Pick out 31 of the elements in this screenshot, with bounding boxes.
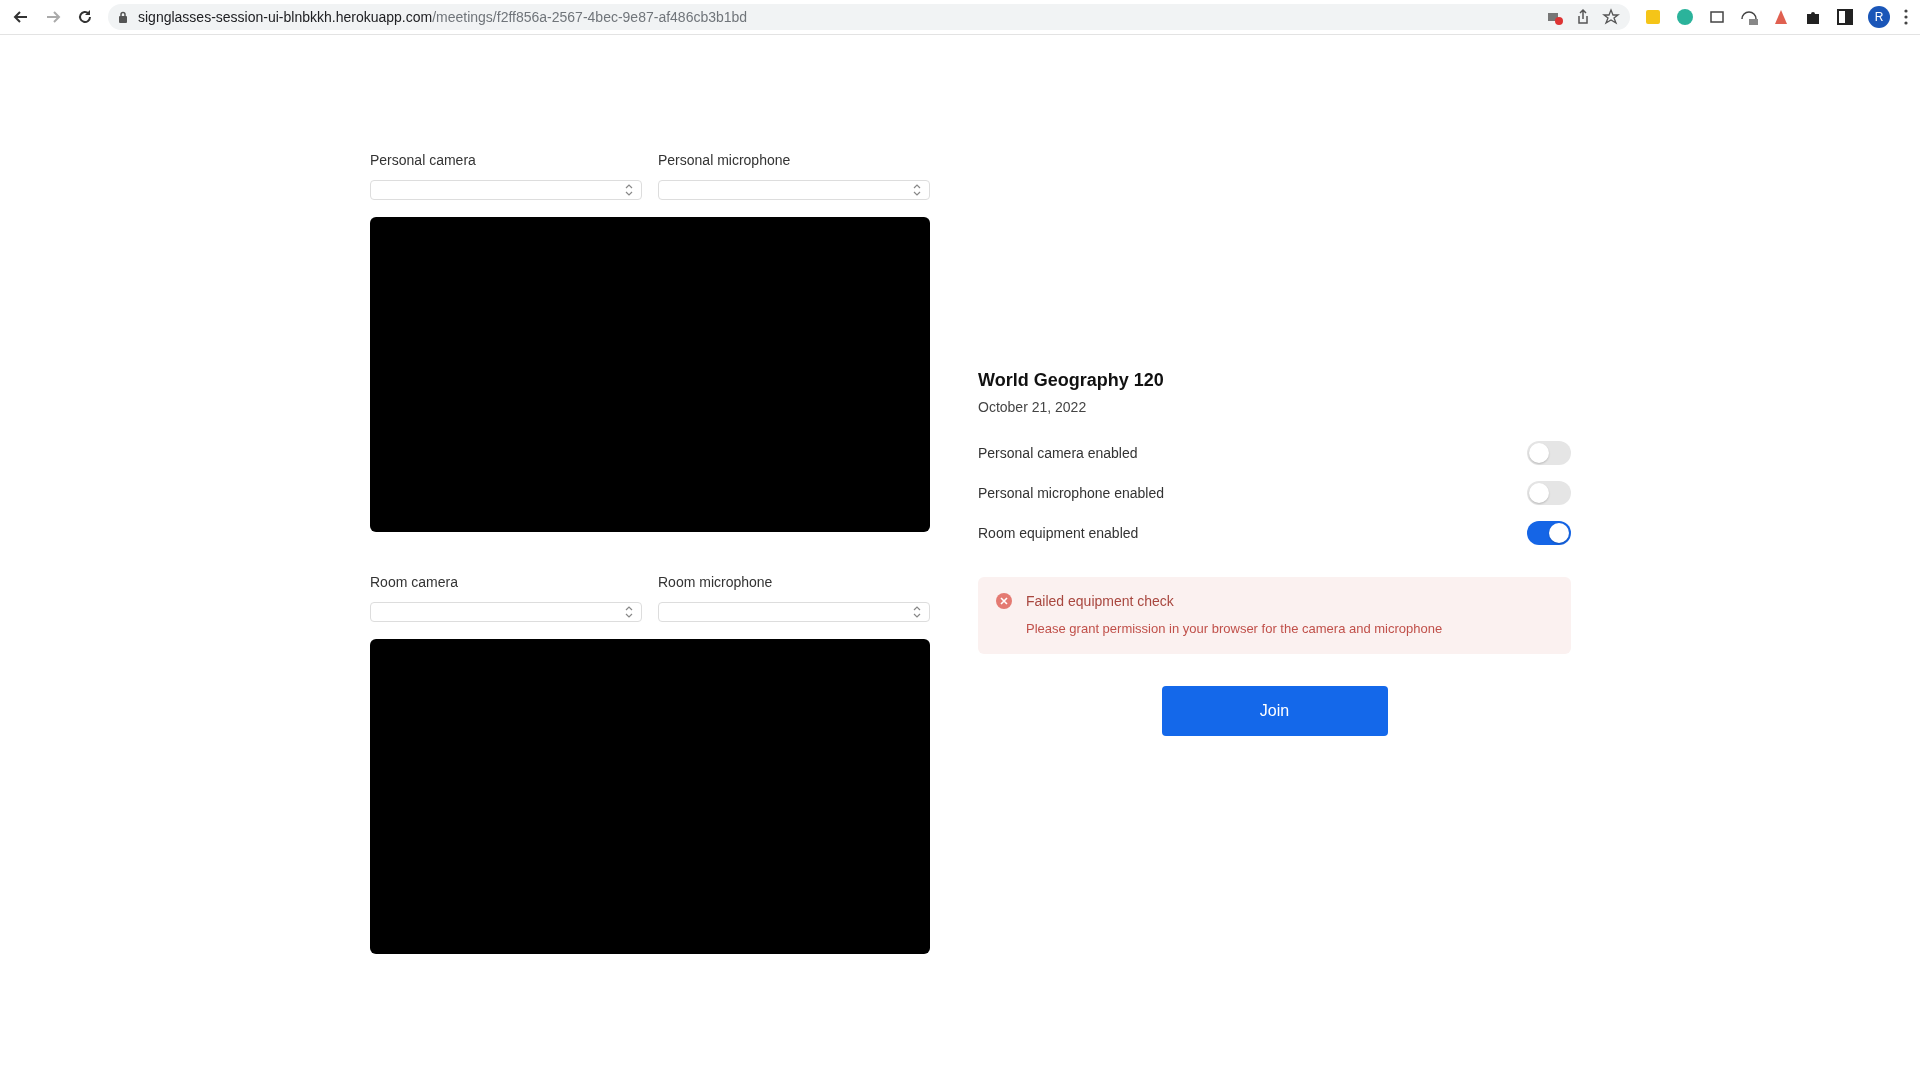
chevron-icon bbox=[625, 605, 633, 618]
join-button[interactable]: Join bbox=[1161, 685, 1388, 736]
error-icon bbox=[996, 592, 1012, 609]
profile-avatar[interactable]: R bbox=[1868, 6, 1890, 28]
url-host: signglasses-session-ui-blnbkkh.herokuapp.com bbox=[138, 9, 433, 25]
field-label: Room camera bbox=[370, 573, 459, 590]
reload-icon[interactable] bbox=[76, 8, 94, 26]
toggle-label: Personal camera enabled bbox=[978, 444, 1138, 461]
toggle-switch[interactable] bbox=[1527, 440, 1571, 465]
meeting-title: World Geography 120 bbox=[978, 369, 1165, 391]
toggle-label: Room equipment enabled bbox=[978, 524, 1139, 541]
toggle-switch[interactable] bbox=[1527, 480, 1571, 505]
toggle-label: Personal microphone enabled bbox=[978, 484, 1164, 501]
address-bar[interactable]: signglasses-session-ui-blnbkkh.herokuapp.com/meetings/f2ff856a-2567-4bec-9e87-af486cb3b1bd bbox=[108, 4, 1630, 30]
chevron-icon bbox=[625, 183, 633, 196]
lock-icon bbox=[118, 11, 128, 23]
field-label: Personal camera bbox=[370, 151, 477, 168]
star-icon[interactable] bbox=[1602, 8, 1620, 26]
alert-message: Please grant permission in your browser for the camera and microphone bbox=[1026, 620, 1444, 636]
extension-icon[interactable] bbox=[1772, 8, 1790, 26]
chevron-icon bbox=[913, 183, 921, 196]
extension-icon[interactable] bbox=[1676, 8, 1694, 26]
url-path: /meetings/f2ff856a-2567-4bec-9e87-af486cb3b1bd bbox=[432, 9, 748, 25]
alert-title: Failed equipment check bbox=[1026, 592, 1175, 609]
sidebar-icon[interactable] bbox=[1836, 8, 1854, 26]
menu-icon[interactable] bbox=[1904, 8, 1908, 26]
field-label: Room microphone bbox=[658, 573, 774, 590]
chevron-icon bbox=[913, 605, 921, 618]
field-label: Personal microphone bbox=[658, 151, 792, 168]
meeting-date: October 21, 2022 bbox=[978, 398, 1088, 415]
toggle-switch[interactable] bbox=[1527, 520, 1571, 545]
